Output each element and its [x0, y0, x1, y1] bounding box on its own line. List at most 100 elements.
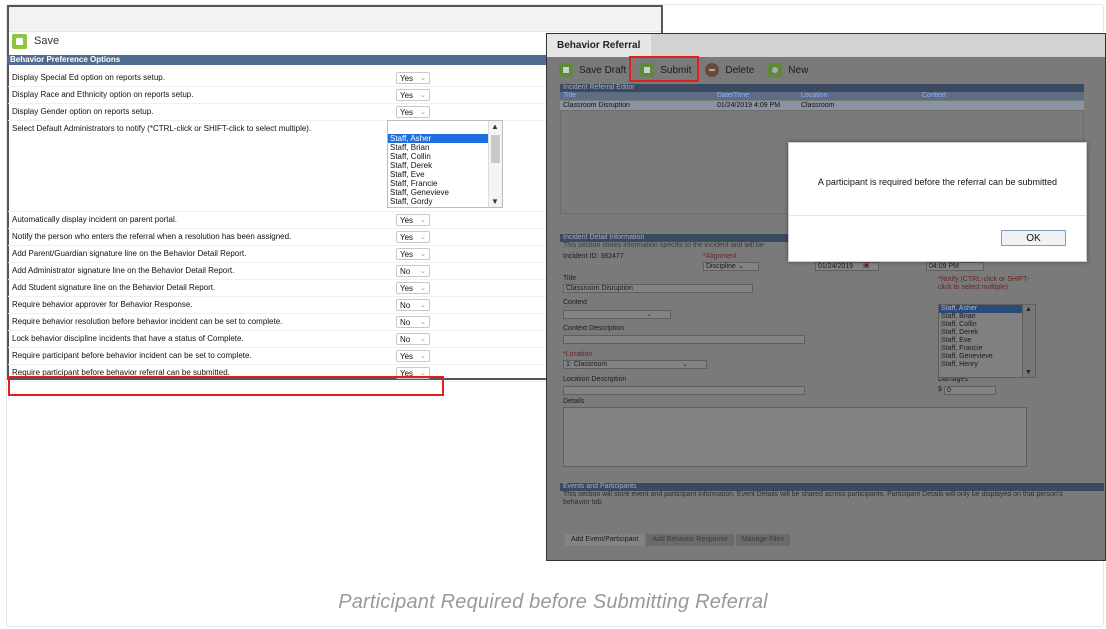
- scroll-up-icon[interactable]: ▲: [1025, 306, 1032, 313]
- scroll-up-icon[interactable]: ▲: [491, 122, 499, 131]
- ok-button[interactable]: OK: [1001, 230, 1066, 246]
- scroll-down-icon[interactable]: ▼: [1025, 369, 1032, 376]
- chevron-down-icon: ⌄: [420, 353, 426, 360]
- chevron-down-icon: ⌄: [420, 217, 426, 224]
- tab-add-event-participant[interactable]: Add Event/Participant: [565, 534, 645, 546]
- save-draft-label: Save Draft: [579, 64, 627, 76]
- new-button[interactable]: New: [768, 63, 808, 77]
- list-item[interactable]: Staff, Asher: [388, 134, 502, 143]
- table-row[interactable]: Classroom Disruption 01/24/2019 4:09 PM …: [560, 101, 1084, 110]
- preference-select[interactable]: No ⌄: [396, 316, 430, 328]
- list-item[interactable]: Staff, Henry: [939, 361, 1035, 369]
- cell-title: Classroom Disruption: [563, 102, 630, 109]
- list-item[interactable]: Staff, Brian: [388, 143, 502, 152]
- damages-value: 0: [947, 387, 951, 394]
- preference-value: Yes: [400, 233, 414, 242]
- behavior-referral-panel: Behavior Referral Save Draft Submit Dele…: [546, 33, 1106, 561]
- preference-value: No: [400, 267, 411, 276]
- notify-staff-list[interactable]: Staff, Asher Staff, Brian Staff, Collin Sta…: [938, 304, 1036, 378]
- list-item[interactable]: Staff, Derek: [939, 329, 1035, 337]
- preference-label: Display Race and Ethnicity option on rep…: [12, 90, 194, 99]
- preference-select[interactable]: Yes ⌄: [396, 214, 430, 226]
- panel-top-bar: [9, 7, 661, 32]
- list-item[interactable]: Staff, Derek: [388, 161, 502, 170]
- chevron-down-icon: ⌄: [420, 268, 426, 275]
- list-scrollbar[interactable]: ▲ ▼: [1022, 305, 1035, 377]
- context-description-field[interactable]: [563, 335, 805, 344]
- details-field[interactable]: [563, 407, 1027, 467]
- preference-value: No: [400, 318, 411, 327]
- preference-select[interactable]: Yes ⌄: [396, 89, 430, 101]
- preference-value: Yes: [400, 352, 414, 361]
- scroll-down-icon[interactable]: ▼: [491, 197, 499, 206]
- alignment-label: *Alignment: [703, 253, 737, 260]
- preference-value: Yes: [400, 108, 414, 117]
- preference-select[interactable]: Yes ⌄: [396, 248, 430, 260]
- delete-button[interactable]: Delete: [705, 63, 754, 77]
- alignment-select[interactable]: Discipline ⌄: [703, 262, 759, 271]
- figure-caption: Participant Required before Submitting R…: [338, 591, 768, 613]
- context-label: Context: [563, 299, 588, 306]
- preference-label: Notify the person who enters the referra…: [12, 232, 292, 241]
- tab-manage-files[interactable]: Manage Files: [735, 534, 790, 546]
- preference-select[interactable]: Yes ⌄: [396, 106, 430, 118]
- preference-label: Select Default Administrators to notify …: [12, 124, 312, 133]
- list-item[interactable]: Staff, Brian: [939, 313, 1035, 321]
- list-item[interactable]: Staff, Asher: [939, 305, 1035, 313]
- title-label: Title: [563, 275, 576, 282]
- highlight-submit: [629, 56, 699, 82]
- preference-label: Display Gender option on reports setup.: [12, 107, 154, 116]
- date-value: 01/24/2019: [818, 263, 854, 270]
- incident-id: Incident ID: 382477: [563, 253, 624, 260]
- default-administrators-list[interactable]: Staff, Asher Staff, Brian Staff, Collin Sta…: [387, 120, 503, 208]
- preference-label: Require behavior resolution before behav…: [12, 317, 283, 326]
- list-item[interactable]: Staff, Genevieve: [939, 353, 1035, 361]
- alignment-value: Discipline: [706, 263, 736, 270]
- tab-add-behavior-response[interactable]: Add Behavior Response: [646, 534, 734, 546]
- list-item[interactable]: Staff, Francie: [388, 179, 502, 188]
- preference-select[interactable]: No ⌄: [396, 265, 430, 277]
- save-draft-button[interactable]: Save Draft: [559, 63, 626, 77]
- context-description-label: Context Description: [563, 325, 625, 332]
- preference-label: Lock behavior discipline incidents that …: [12, 334, 244, 343]
- list-item[interactable]: Staff, Francie: [939, 345, 1035, 353]
- damages-field[interactable]: 0: [944, 386, 996, 395]
- location-select[interactable]: 1: Classroom ⌄: [563, 360, 707, 369]
- preference-label: Require participant before behavior inci…: [12, 351, 252, 360]
- list-item[interactable]: Staff, Collin: [388, 152, 502, 161]
- list-scrollbar[interactable]: ▲ ▼: [488, 121, 502, 207]
- context-select[interactable]: ⌄: [563, 310, 671, 319]
- time-value: 04:09 PM: [929, 263, 959, 270]
- location-description-label: Location Description: [563, 376, 627, 383]
- save-icon: [12, 33, 27, 49]
- column-location: Location: [801, 92, 828, 99]
- preference-select[interactable]: Yes ⌄: [396, 282, 430, 294]
- new-label: New: [788, 64, 809, 76]
- list-item[interactable]: Staff, Collin: [939, 321, 1035, 329]
- column-datetime: Date/Time: [717, 92, 750, 99]
- preference-select[interactable]: No ⌄: [396, 299, 430, 311]
- chevron-down-icon: ⌄: [420, 92, 426, 99]
- detail-description: This section stores information specific…: [563, 242, 764, 249]
- calendar-icon[interactable]: ▣: [863, 261, 870, 269]
- time-field[interactable]: 04:09 PM: [926, 262, 984, 271]
- preference-select[interactable]: Yes ⌄: [396, 231, 430, 243]
- preference-label: Require behavior approver for Behavior R…: [12, 300, 193, 309]
- save-button[interactable]: Save: [12, 30, 59, 52]
- chevron-down-icon: ⌄: [646, 311, 652, 318]
- title-field[interactable]: Classroom Disruption: [563, 284, 753, 293]
- location-label: *Location: [563, 351, 593, 358]
- chevron-down-icon: ⌄: [420, 285, 426, 292]
- list-item[interactable]: Staff, Genevieve: [388, 188, 502, 197]
- preference-select[interactable]: Yes ⌄: [396, 350, 430, 362]
- details-label: Details: [563, 398, 585, 405]
- location-description-field[interactable]: [563, 386, 805, 395]
- preference-select[interactable]: No ⌄: [396, 333, 430, 345]
- cell-location: Classroom: [801, 102, 835, 109]
- preference-select[interactable]: Yes ⌄: [396, 72, 430, 84]
- preference-value: Yes: [400, 91, 414, 100]
- list-item[interactable]: Staff, Eve: [939, 337, 1035, 345]
- list-item[interactable]: Staff, Gordy: [388, 197, 502, 206]
- preference-value: Yes: [400, 250, 414, 259]
- list-item[interactable]: Staff, Eve: [388, 170, 502, 179]
